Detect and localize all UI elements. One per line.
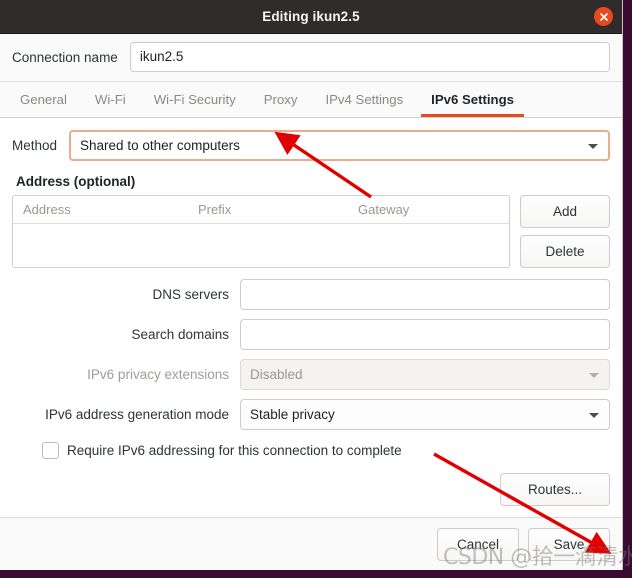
screen: Editing ikun2.5 Connection name General … [0, 0, 632, 578]
dns-servers-label: DNS servers [152, 287, 229, 302]
routes-button[interactable]: Routes... [500, 473, 610, 506]
privacy-extensions-value: Disabled [250, 367, 303, 382]
dialog-action-bar: Cancel Save [0, 517, 622, 570]
window-title: Editing ikun2.5 [262, 9, 360, 24]
column-header-prefix: Prefix [198, 202, 232, 217]
address-generation-mode-value: Stable privacy [250, 407, 335, 422]
delete-button[interactable]: Delete [520, 235, 610, 268]
privacy-extensions-label: IPv6 privacy extensions [87, 367, 229, 382]
tab-general[interactable]: General [6, 82, 81, 117]
address-table-body [13, 224, 509, 267]
dns-servers-row: DNS servers [12, 279, 610, 310]
address-generation-mode-dropdown[interactable]: Stable privacy [240, 399, 610, 430]
save-button[interactable]: Save [528, 527, 610, 561]
column-header-gateway: Gateway [358, 202, 410, 217]
method-dropdown[interactable]: Shared to other computers [69, 130, 610, 161]
tab-wifi[interactable]: Wi-Fi [81, 82, 140, 117]
method-row: Method Shared to other computers [12, 130, 610, 161]
address-generation-mode-row: IPv6 address generation mode Stable priv… [12, 399, 610, 430]
tab-ipv4-settings[interactable]: IPv4 Settings [311, 82, 417, 117]
chevron-down-icon [589, 372, 599, 378]
address-table[interactable]: Address Prefix Gateway [12, 195, 510, 268]
require-ipv6-checkbox[interactable] [42, 442, 59, 459]
chevron-down-icon [588, 143, 598, 149]
privacy-extensions-dropdown: Disabled [240, 359, 610, 390]
editing-connection-dialog: Editing ikun2.5 Connection name General … [0, 0, 623, 570]
address-area: Address Prefix Gateway Add Delete [12, 195, 610, 268]
search-domains-row: Search domains [12, 319, 610, 350]
require-ipv6-row: Require IPv6 addressing for this connect… [42, 442, 610, 459]
address-buttons: Add Delete [520, 195, 610, 268]
close-icon[interactable] [594, 7, 613, 26]
settings-tabs: General Wi-Fi Wi-Fi Security Proxy IPv4 … [0, 82, 622, 118]
address-table-header: Address Prefix Gateway [13, 196, 509, 224]
desktop-bottom-strip [0, 570, 632, 578]
connection-name-input[interactable] [129, 42, 610, 72]
routes-row: Routes... [12, 473, 610, 506]
add-button[interactable]: Add [520, 195, 610, 228]
chevron-down-icon [589, 412, 599, 418]
search-domains-label: Search domains [131, 327, 229, 342]
dns-servers-input[interactable] [240, 279, 610, 310]
cancel-button[interactable]: Cancel [437, 527, 519, 561]
search-domains-input[interactable] [240, 319, 610, 350]
column-header-address: Address [23, 202, 71, 217]
tab-proxy[interactable]: Proxy [250, 82, 312, 117]
title-bar: Editing ikun2.5 [0, 0, 622, 34]
connection-name-row: Connection name [0, 34, 622, 82]
address-section-title: Address (optional) [16, 174, 136, 189]
require-ipv6-label: Require IPv6 addressing for this connect… [67, 443, 402, 458]
tab-wifi-security[interactable]: Wi-Fi Security [140, 82, 250, 117]
address-generation-mode-label: IPv6 address generation mode [45, 407, 229, 422]
tab-ipv6-settings[interactable]: IPv6 Settings [417, 82, 528, 117]
connection-name-label: Connection name [12, 49, 118, 65]
method-value: Shared to other computers [80, 138, 240, 153]
method-label: Method [12, 138, 58, 153]
privacy-extensions-row: IPv6 privacy extensions Disabled [12, 359, 610, 390]
ipv6-settings-panel: Method Shared to other computers Address… [0, 118, 622, 506]
